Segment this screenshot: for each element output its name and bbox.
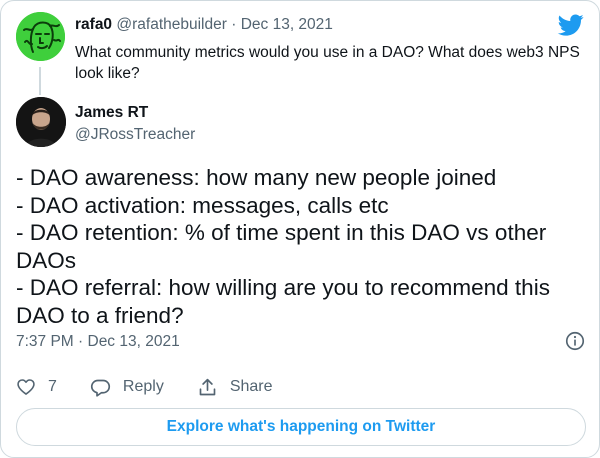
parent-date[interactable]: Dec 13, 2021 [241,16,333,33]
parent-author-handle[interactable]: @rafathebuilder [116,16,227,33]
twitter-bird-icon[interactable] [556,12,586,38]
parent-tweet-text: What community metrics would you use in … [75,44,580,82]
parent-author-name[interactable]: rafa0 [75,16,112,33]
like-count: 7 [48,378,57,395]
main-avatar[interactable] [16,97,66,147]
timestamp-row: 7:37 PM · Dec 13, 2021 [16,330,586,353]
parent-tweet[interactable]: rafa0 @rafathebuilder · Dec 13, 2021 Wha… [16,12,586,95]
tweet-line: - DAO referral: how willing are you to r… [16,275,550,300]
thread-connector-line [39,67,41,95]
share-arrow-icon [199,378,216,395]
share-button[interactable]: Share [197,377,273,398]
tweet-actions: 7 Reply Share [16,375,306,399]
tweet-line: DAO to a friend? [16,302,184,328]
parent-header: rafa0 @rafathebuilder · Dec 13, 2021 [75,16,333,34]
main-author-name[interactable]: James RT [75,104,148,122]
parent-separator: · [231,16,237,33]
tweet-timestamp[interactable]: 7:37 PM · Dec 13, 2021 [16,333,180,350]
parent-avatar[interactable] [16,12,65,61]
like-button[interactable]: 7 [16,377,57,397]
reply-label: Reply [122,378,164,395]
share-label: Share [229,378,273,395]
info-icon[interactable] [564,330,586,352]
heart-icon [17,379,35,395]
tweet-line: - DAO retention: % of time spent in this… [16,220,547,245]
main-author-handle[interactable]: @JRossTreacher [75,126,195,144]
tweet-line: - DAO activation: messages, calls etc [16,192,389,218]
tweet-line: - DAO awareness: how many new people joi… [16,165,497,190]
main-tweet-text: - DAO awareness: how many new people joi… [16,164,586,329]
person-avatar-icon [16,97,66,147]
reply-bubble-icon [90,379,110,397]
tweet-embed-card: rafa0 @rafathebuilder · Dec 13, 2021 Wha… [0,0,600,458]
tweet-line: DAOs [16,247,77,273]
explore-twitter-button[interactable]: Explore what's happening on Twitter [16,408,586,446]
reply-button[interactable]: Reply [90,377,164,398]
wojak-avatar-icon [16,12,65,61]
